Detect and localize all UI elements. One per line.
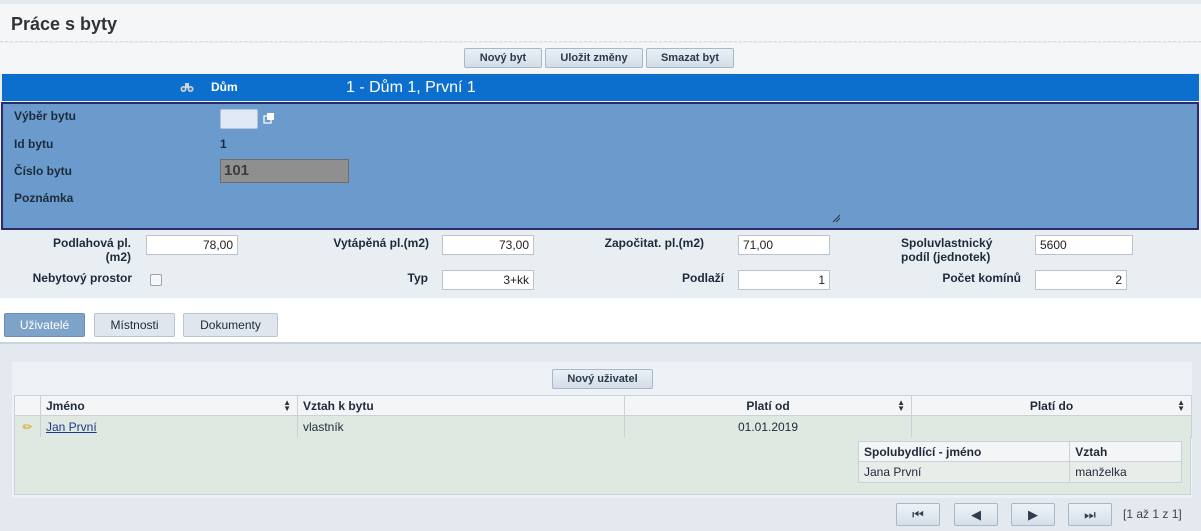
coownership-input[interactable]: 5600 bbox=[1035, 235, 1133, 255]
cotenant-name-header: Spolubydlící - jméno bbox=[857, 441, 1071, 462]
tab-rooms[interactable]: Místnosti bbox=[94, 313, 175, 337]
note-label: Poznámka bbox=[14, 191, 74, 205]
prev-page-button[interactable]: ◀ bbox=[954, 503, 998, 526]
cotenant-relation-header: Vztah bbox=[1069, 441, 1182, 462]
edit-column-header bbox=[14, 395, 41, 416]
counted-area-label: Započitat. pl.(m2) bbox=[604, 236, 704, 250]
sort-icon[interactable]: ▲ ▼ bbox=[283, 399, 291, 413]
users-table-header: Jméno ▲ ▼ Vztah k bytu Platí od ▲ ▼ Platí do… bbox=[14, 395, 1192, 416]
heated-area-input[interactable]: 73,00 bbox=[442, 235, 534, 255]
column-header-valid-to-label: Platí do bbox=[1029, 398, 1074, 413]
nonresidential-label: Nebytový prostor bbox=[32, 271, 132, 285]
floor-area-input[interactable]: 78,00 bbox=[146, 235, 238, 255]
column-header-name-label: Jméno bbox=[46, 398, 85, 413]
chimneys-label: Počet komínů bbox=[942, 271, 1021, 285]
cotenants-header: Spolubydlící - jméno Vztah bbox=[857, 441, 1182, 462]
house-label: Dům bbox=[211, 80, 238, 94]
flat-id-value: 1 bbox=[220, 137, 227, 151]
floor-label: Podlaží bbox=[681, 271, 724, 285]
column-header-relation-label: Vztah k bytu bbox=[303, 398, 374, 413]
delete-flat-button[interactable]: Smazat byt bbox=[646, 48, 734, 68]
sort-icon[interactable]: ▲ ▼ bbox=[897, 399, 905, 413]
column-header-name[interactable]: Jméno ▲ ▼ bbox=[40, 395, 298, 416]
page-header: Práce s byty bbox=[0, 4, 1201, 42]
last-page-button[interactable]: ⏭ bbox=[1068, 503, 1112, 526]
tab-bar: Uživatelé Místnosti Dokumenty bbox=[0, 298, 1201, 342]
sort-icon[interactable]: ▲ ▼ bbox=[1177, 399, 1185, 413]
column-header-relation: Vztah k bytu bbox=[297, 395, 625, 416]
tab-users[interactable]: Uživatelé bbox=[4, 313, 85, 337]
cotenant-name-cell: Jana První bbox=[857, 461, 1071, 483]
user-valid-from-cell: 01.01.2019 bbox=[624, 415, 912, 438]
new-flat-button[interactable]: Nový byt bbox=[464, 48, 542, 68]
last-page-icon: ⏭ bbox=[1084, 507, 1096, 522]
table-row: Jana První manželka bbox=[857, 461, 1182, 483]
binoculars-icon[interactable] bbox=[180, 81, 194, 96]
column-header-valid-from-label: Platí od bbox=[746, 398, 790, 413]
chimneys-input[interactable]: 2 bbox=[1035, 270, 1127, 290]
flat-number-input[interactable]: 101 bbox=[220, 159, 349, 183]
house-value: 1 - Dům 1, První 1 bbox=[346, 79, 476, 96]
pencil-icon[interactable]: ✏ bbox=[22, 420, 32, 434]
coownership-label-line2: podíl (jednotek) bbox=[901, 250, 991, 264]
pager-info: [1 až 1 z 1] bbox=[1123, 507, 1182, 521]
page-title: Práce s byty bbox=[11, 14, 118, 34]
next-page-icon: ▶ bbox=[1028, 507, 1038, 522]
flat-panel: Výběr bytu Id bytu 1 Číslo bytu 101 Pozn… bbox=[1, 102, 1199, 230]
nonresidential-checkbox[interactable] bbox=[150, 274, 162, 286]
counted-area-input[interactable]: 71,00 bbox=[738, 235, 830, 255]
cotenant-relation-cell: manželka bbox=[1069, 461, 1182, 483]
flat-properties: Podlahová pl.(m2) 78,00 Vytápěná pl.(m2)… bbox=[0, 231, 1201, 297]
type-label: Typ bbox=[407, 271, 428, 285]
next-page-button[interactable]: ▶ bbox=[1011, 503, 1055, 526]
toolbar: Nový byt Uložit změny Smazat byt bbox=[0, 43, 1201, 73]
column-header-valid-from[interactable]: Platí od ▲ ▼ bbox=[624, 395, 912, 416]
first-page-button[interactable]: ⏮ bbox=[896, 503, 940, 526]
users-panel: Nový uživatel Jméno ▲ ▼ Vztah k bytu Platí… bbox=[0, 342, 1201, 531]
coownership-label: Spoluvlastnický podíl (jednotek) bbox=[901, 236, 992, 264]
user-valid-to-cell bbox=[911, 415, 1192, 438]
cotenants-table: Spolubydlící - jméno Vztah Jana První ma… bbox=[857, 441, 1182, 483]
flat-number-label: Číslo bytu bbox=[14, 164, 73, 178]
row-detail: Spolubydlící - jméno Vztah Jana První ma… bbox=[14, 437, 1191, 495]
flat-select-input[interactable] bbox=[220, 109, 258, 129]
prev-page-icon: ◀ bbox=[971, 507, 981, 522]
floor-input[interactable]: 1 bbox=[738, 270, 830, 290]
type-input[interactable]: 3+kk bbox=[442, 270, 534, 290]
column-header-valid-to[interactable]: Platí do ▲ ▼ bbox=[911, 395, 1192, 416]
save-changes-button[interactable]: Uložit změny bbox=[545, 48, 643, 68]
resize-grip-icon[interactable] bbox=[831, 212, 841, 223]
flat-select-label: Výběr bytu bbox=[14, 109, 77, 123]
open-window-icon[interactable] bbox=[263, 112, 275, 124]
floor-area-label: Podlahová pl.(m2) bbox=[52, 236, 131, 264]
coownership-label-line1: Spoluvlastnický bbox=[901, 236, 993, 250]
tab-documents[interactable]: Dokumenty bbox=[183, 313, 278, 337]
first-page-icon: ⏮ bbox=[912, 507, 924, 522]
user-relation-cell: vlastník bbox=[297, 415, 625, 438]
house-bar: Dům 1 - Dům 1, První 1 bbox=[2, 74, 1199, 101]
user-name-cell[interactable]: Jan První bbox=[40, 415, 298, 438]
user-name-link[interactable]: Jan První bbox=[46, 420, 97, 434]
table-row[interactable]: ✏ Jan První vlastník 01.01.2019 bbox=[14, 415, 1192, 438]
flat-id-label: Id bytu bbox=[14, 137, 54, 151]
heated-area-label: Vytápěná pl.(m2) bbox=[333, 236, 429, 250]
new-user-button[interactable]: Nový uživatel bbox=[552, 369, 653, 389]
edit-cell[interactable]: ✏ bbox=[14, 415, 41, 438]
users-table: Jméno ▲ ▼ Vztah k bytu Platí od ▲ ▼ Platí do… bbox=[14, 395, 1192, 438]
